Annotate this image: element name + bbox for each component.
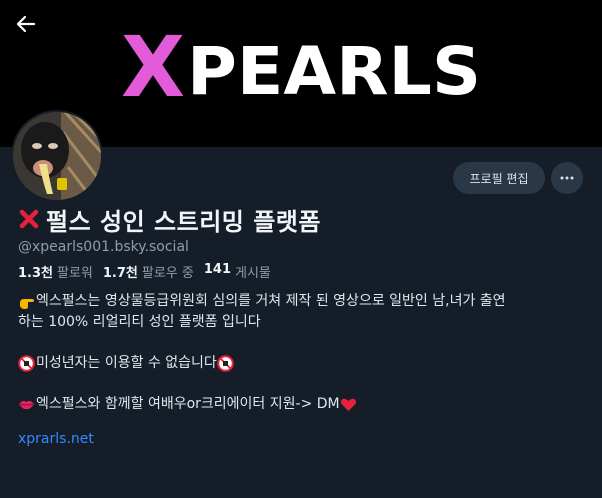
- red-cross-mark-icon: [19, 209, 39, 229]
- svg-text:X: X: [121, 22, 185, 112]
- more-options-button[interactable]: [551, 162, 583, 194]
- profile-handle: @xpearls001.bsky.social: [18, 239, 189, 255]
- bio-line: 엑스펄스와 함께할 여배우or크리에이터 지원-> DM: [18, 394, 588, 415]
- no-under-18-icon: [216, 355, 234, 372]
- posts-count: 141: [203, 262, 232, 277]
- edit-profile-label: 프로필 편집: [469, 171, 529, 186]
- display-name: 펄스 성인 스트리밍 플랫폼: [18, 203, 321, 236]
- bio-line: 엑스펄스는 영상물등급위원회 심의를 거쳐 제작 된 영상으로 일반인 남,녀가…: [18, 291, 588, 312]
- profile-bio: 엑스펄스는 영상물등급위원회 심의를 거쳐 제작 된 영상으로 일반인 남,녀가…: [18, 291, 588, 415]
- following-count: 1.7천: [102, 266, 138, 281]
- posts-stat: 141 게시물: [204, 262, 271, 281]
- bio-line: 미성년자는 이용할 수 없습니다: [18, 353, 588, 374]
- red-heart-icon: [340, 398, 356, 411]
- followers-count: 1.3천: [18, 266, 53, 281]
- profile-stats: 1.3천 팔로워 1.7천 팔로우 중 141 게시물: [18, 262, 271, 281]
- avatar[interactable]: [11, 110, 103, 202]
- bio-line: 하는 100% 리얼리티 성인 플랫폼 입니다: [18, 314, 261, 330]
- posts-label: 게시물: [235, 266, 271, 281]
- following-label: 팔로우 중: [141, 266, 194, 281]
- pointing-hand-icon: [20, 299, 34, 309]
- display-name-text: 펄스 성인 스트리밍 플랫폼: [46, 207, 321, 236]
- edit-profile-button[interactable]: 프로필 편집: [453, 162, 545, 194]
- followers-stat[interactable]: 1.3천 팔로워: [18, 262, 93, 281]
- brand-logo: X PEARLS: [0, 22, 602, 112]
- kiss-lips-icon: [19, 400, 34, 410]
- arrow-left-icon: [16, 15, 36, 33]
- profile-website-link[interactable]: xprarls.net: [18, 431, 94, 447]
- svg-text:PEARLS: PEARLS: [187, 33, 481, 110]
- no-under-18-icon: [18, 355, 35, 372]
- following-stat[interactable]: 1.7천 팔로우 중: [103, 262, 194, 281]
- ellipsis-icon: [560, 176, 574, 180]
- followers-label: 팔로워: [57, 266, 93, 281]
- back-button[interactable]: [12, 10, 40, 38]
